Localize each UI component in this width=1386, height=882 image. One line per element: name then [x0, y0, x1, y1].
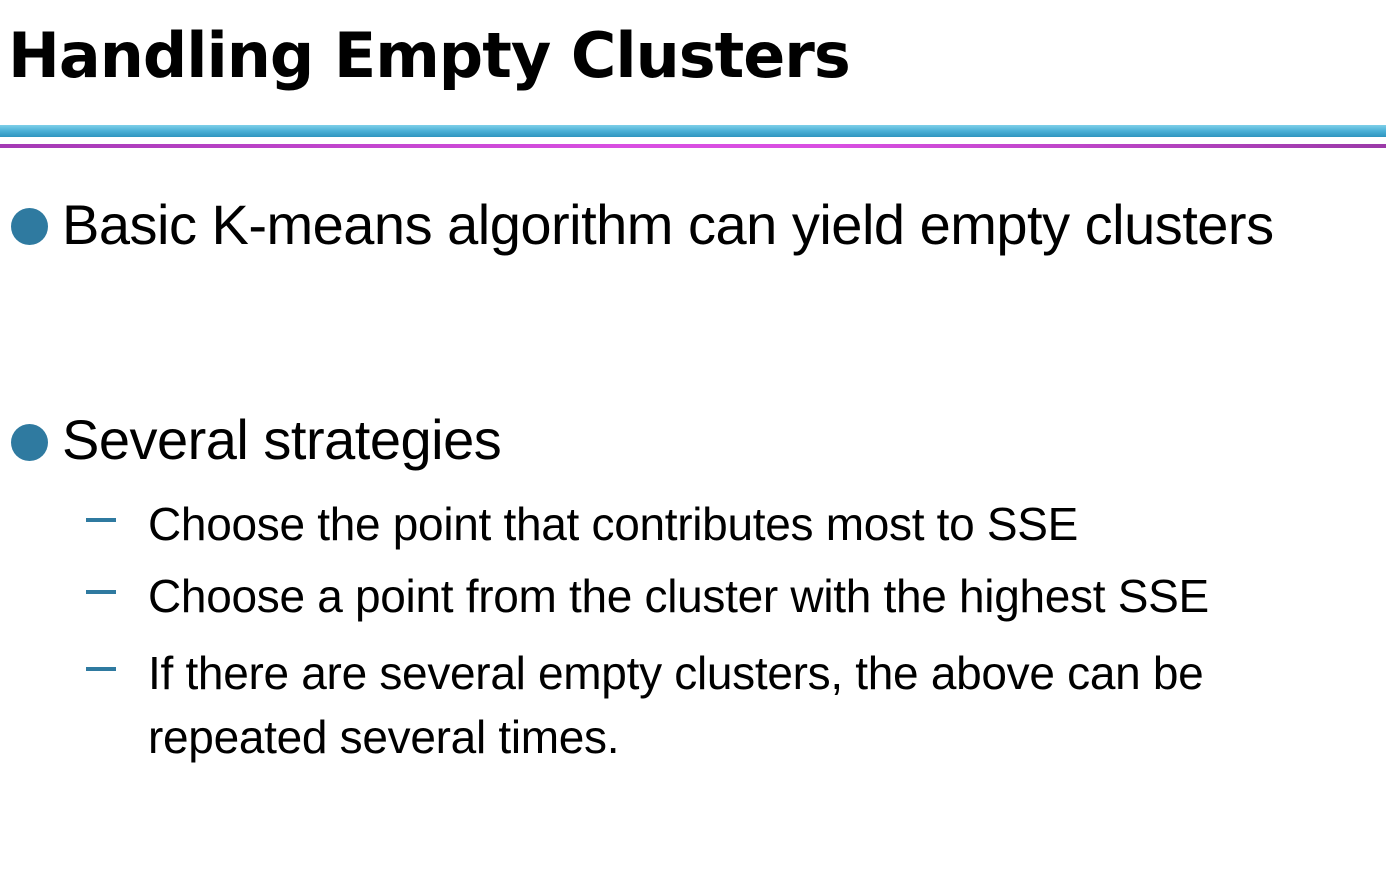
slide: { "slide": { "title": "Handling Empty Cl…	[0, 0, 1386, 882]
sub-bullet-text: Choose the point that contributes most t…	[148, 498, 1079, 550]
dash-icon	[86, 590, 116, 594]
sub-bullet-text: Choose a point from the cluster with the…	[148, 570, 1209, 622]
title-divider-blue	[0, 125, 1386, 137]
dash-icon	[86, 518, 116, 522]
slide-title: Handling Empty Clusters	[8, 19, 851, 92]
sub-bullet-text: If there are several empty clusters, the…	[148, 647, 1204, 763]
bullet-dot-icon	[11, 424, 48, 461]
title-divider-magenta	[0, 144, 1386, 148]
bullet-text: Several strategies	[62, 408, 502, 471]
bullet-dot-icon	[11, 208, 48, 245]
dash-icon	[86, 667, 116, 671]
bullet-text: Basic K-means algorithm can yield empty …	[62, 193, 1274, 256]
